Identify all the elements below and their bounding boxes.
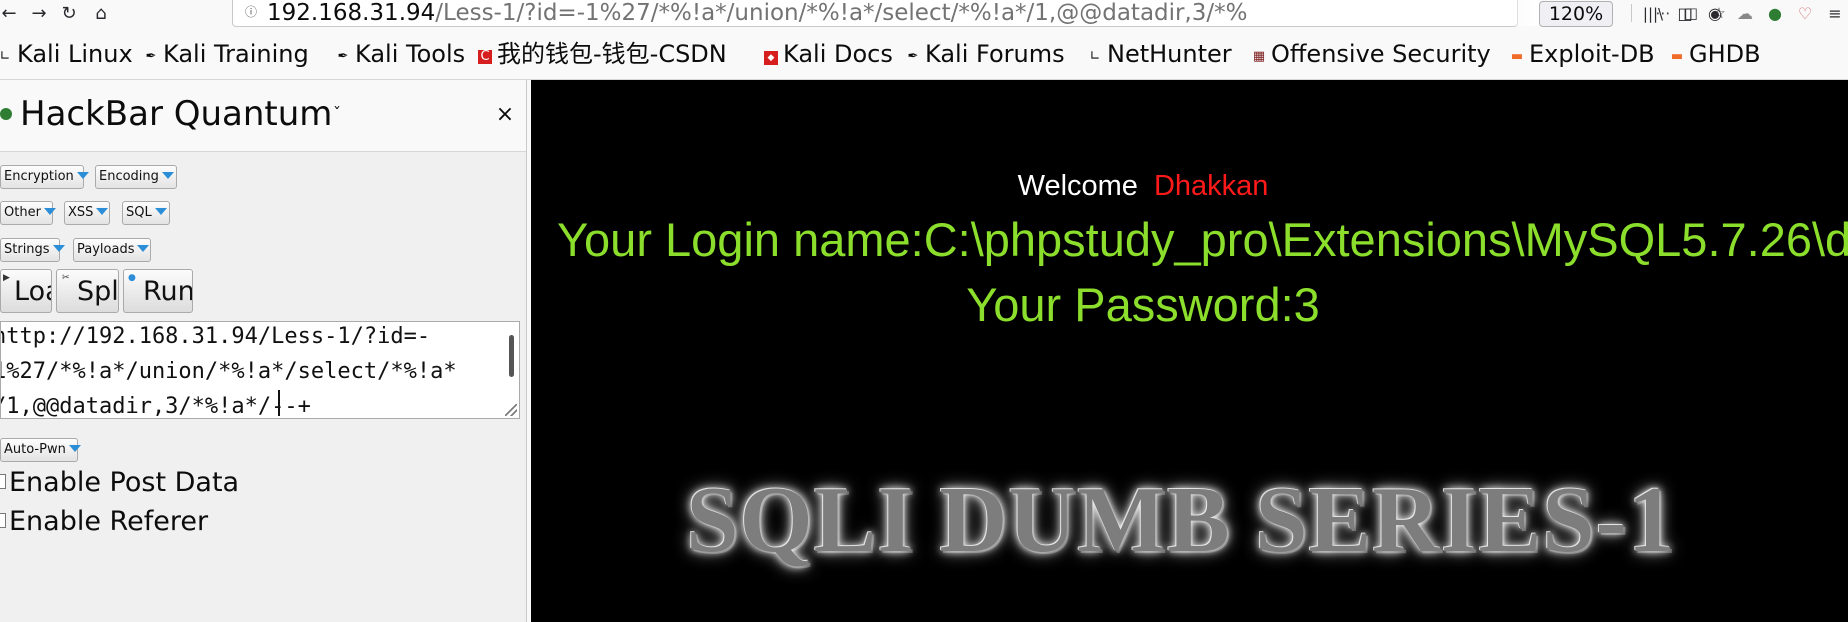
url-fade (1503, 0, 1539, 26)
bookmark-kali-forums[interactable]: ✒ Kali Forums (906, 39, 1065, 69)
url-separator (1631, 4, 1632, 22)
password-text: Your Password:3 (966, 278, 1320, 331)
bookmark-offensive-security[interactable]: ▦ Offensive Security (1252, 39, 1491, 69)
offsec-icon: ▦ (1252, 49, 1266, 64)
split-icon: ✂ (62, 273, 70, 283)
kali-knife-icon: ✒ (907, 49, 919, 64)
site-info-icon[interactable]: ⓘ (243, 4, 259, 20)
sql-dropdown[interactable]: SQL (122, 201, 170, 225)
welcome-message: Welcome Dhakkan (531, 168, 1755, 204)
back-arrow-icon[interactable]: ← (0, 3, 20, 25)
close-icon[interactable]: × (494, 104, 516, 126)
dropdown-arrow-icon (137, 245, 150, 252)
login-name-text: Your Login name:C:\phpstudy_pro\Extensio… (557, 213, 1848, 266)
dropdown-arrow-icon (76, 172, 89, 179)
payloads-dropdown[interactable]: Payloads (73, 238, 151, 262)
run-icon: ● (128, 273, 136, 283)
url-text[interactable]: 192.168.31.94/Less-1/?id=-1%27/*%!a*/uni… (267, 0, 1537, 26)
forward-arrow-icon[interactable]: → (28, 3, 50, 25)
dropdown-arrow-icon (154, 208, 167, 215)
bookmark-csdn[interactable]: C 我的钱包-钱包-CSDN (478, 39, 727, 69)
dropdown-arrow-icon (161, 172, 174, 179)
sidebar-header: HackBar Quantum ˇ × (0, 80, 526, 152)
url-bar[interactable]: ⓘ 192.168.31.94/Less-1/?id=-1%27/*%!a*/u… (232, 0, 1726, 27)
ghdb-icon: ▬ (1670, 49, 1684, 64)
textarea-line: 1%27/*%!a*/union/*%!a*/select/*%!a* (0, 359, 457, 384)
split-url-button[interactable]: ✂Spli (56, 269, 119, 313)
encryption-dropdown[interactable]: Encryption (0, 165, 89, 189)
url-textarea[interactable]: http://192.168.31.94/Less-1/?id=- 1%27/*… (0, 321, 520, 419)
load-url-button[interactable]: ▶Loa (0, 269, 52, 313)
enable-post-checkbox[interactable] (0, 474, 6, 489)
page-content: Welcome Dhakkan Your Login name:C:\phpstu… (531, 80, 1848, 622)
bookmark-exploit-db[interactable]: ▬ Exploit-DB (1510, 39, 1655, 69)
bookmark-nethunter[interactable]: ∟ NetHunter (1088, 39, 1232, 69)
textarea-line: http://192.168.31.94/Less-1/?id=- (0, 324, 431, 349)
sqli-banner-image: SQLI DUMB SERIES-1 (686, 468, 1676, 572)
enable-referer[interactable]: Enable Referer (0, 507, 208, 537)
hackbar-logo-icon (0, 108, 12, 120)
dropdown-arrow-icon (96, 208, 109, 215)
hackbar-sidebar: HackBar Quantum ˇ × Encryption Encoding … (0, 80, 527, 622)
kali-knife-icon: ✒ (145, 49, 157, 64)
sidebar-title[interactable]: HackBar Quantum (20, 94, 332, 134)
kali-docs-icon: ◆ (764, 51, 778, 65)
encoding-dropdown[interactable]: Encoding (95, 165, 177, 189)
bookmark-kali-training[interactable]: ✒ Kali Training (144, 39, 309, 69)
extension-icon-2[interactable]: ♡ (1794, 3, 1816, 25)
bookmarks-toolbar: ∟ Kali Linux ✒ Kali Training ✒ Kali Tools C… (0, 29, 1848, 80)
kali-dragon-icon: ∟ (0, 49, 11, 64)
welcome-label: Welcome (1017, 170, 1138, 202)
dropdown-arrow-icon (43, 208, 56, 215)
xss-dropdown[interactable]: XSS (64, 201, 110, 225)
dropdown-arrow-icon (52, 245, 65, 252)
bookmark-kali-docs[interactable]: ◆ Kali Docs (764, 39, 893, 69)
hackbar-panel: Encryption Encoding Other XSS SQL String… (0, 152, 526, 622)
zoom-indicator[interactable]: 120% (1539, 1, 1613, 27)
bookmark-kali-tools[interactable]: ✒ Kali Tools (336, 39, 466, 69)
kali-knife-icon: ✒ (337, 49, 349, 64)
dropdown-arrow-icon (68, 445, 81, 452)
text-caret (278, 390, 280, 416)
bookmark-ghdb[interactable]: ▬ GHDB (1670, 39, 1761, 69)
exploit-db-icon: ▬ (1510, 49, 1524, 64)
enable-referer-checkbox[interactable] (0, 513, 6, 528)
csdn-icon: C (478, 50, 492, 64)
sidebar-toggle-icon[interactable]: ◫ (1674, 3, 1696, 25)
navigation-toolbar: ← → ↻ ⌂ ⓘ 192.168.31.94/Less-1/?id=-1%27… (0, 0, 1848, 29)
url-path: /Less-1/?id=-1%27/*%!a*/union/*%!a*/sele… (435, 0, 1248, 26)
strings-dropdown[interactable]: Strings (0, 238, 65, 262)
enable-post-data[interactable]: Enable Post Data (0, 468, 239, 498)
shield-icon[interactable]: ● (1764, 3, 1786, 25)
textarea-line: /1,@@datadir,3/*%!a*/--+ (0, 394, 311, 419)
menu-icon[interactable]: ≡ (1824, 3, 1846, 25)
reload-icon[interactable]: ↻ (58, 3, 80, 25)
bookmark-kali-linux[interactable]: ∟ Kali Linux (0, 39, 133, 69)
run-button[interactable]: ● Run (123, 269, 193, 313)
other-dropdown[interactable]: Other (0, 201, 56, 225)
extension-icon[interactable]: ☁ (1734, 3, 1756, 25)
library-icon[interactable]: |||\ (1642, 3, 1664, 25)
textarea-scrollbar[interactable] (509, 335, 514, 377)
account-icon[interactable]: ◉ (1704, 3, 1726, 25)
load-icon: ▶ (3, 273, 10, 283)
url-host: 192.168.31.94 (267, 0, 436, 26)
welcome-name: Dhakkan (1153, 170, 1269, 202)
home-icon[interactable]: ⌂ (90, 3, 112, 25)
resize-grip-icon[interactable] (505, 404, 517, 416)
chevron-down-icon[interactable]: ˇ (333, 104, 341, 124)
nethunter-icon: ∟ (1089, 49, 1101, 64)
autopwn-dropdown[interactable]: Auto-Pwn (0, 438, 81, 462)
